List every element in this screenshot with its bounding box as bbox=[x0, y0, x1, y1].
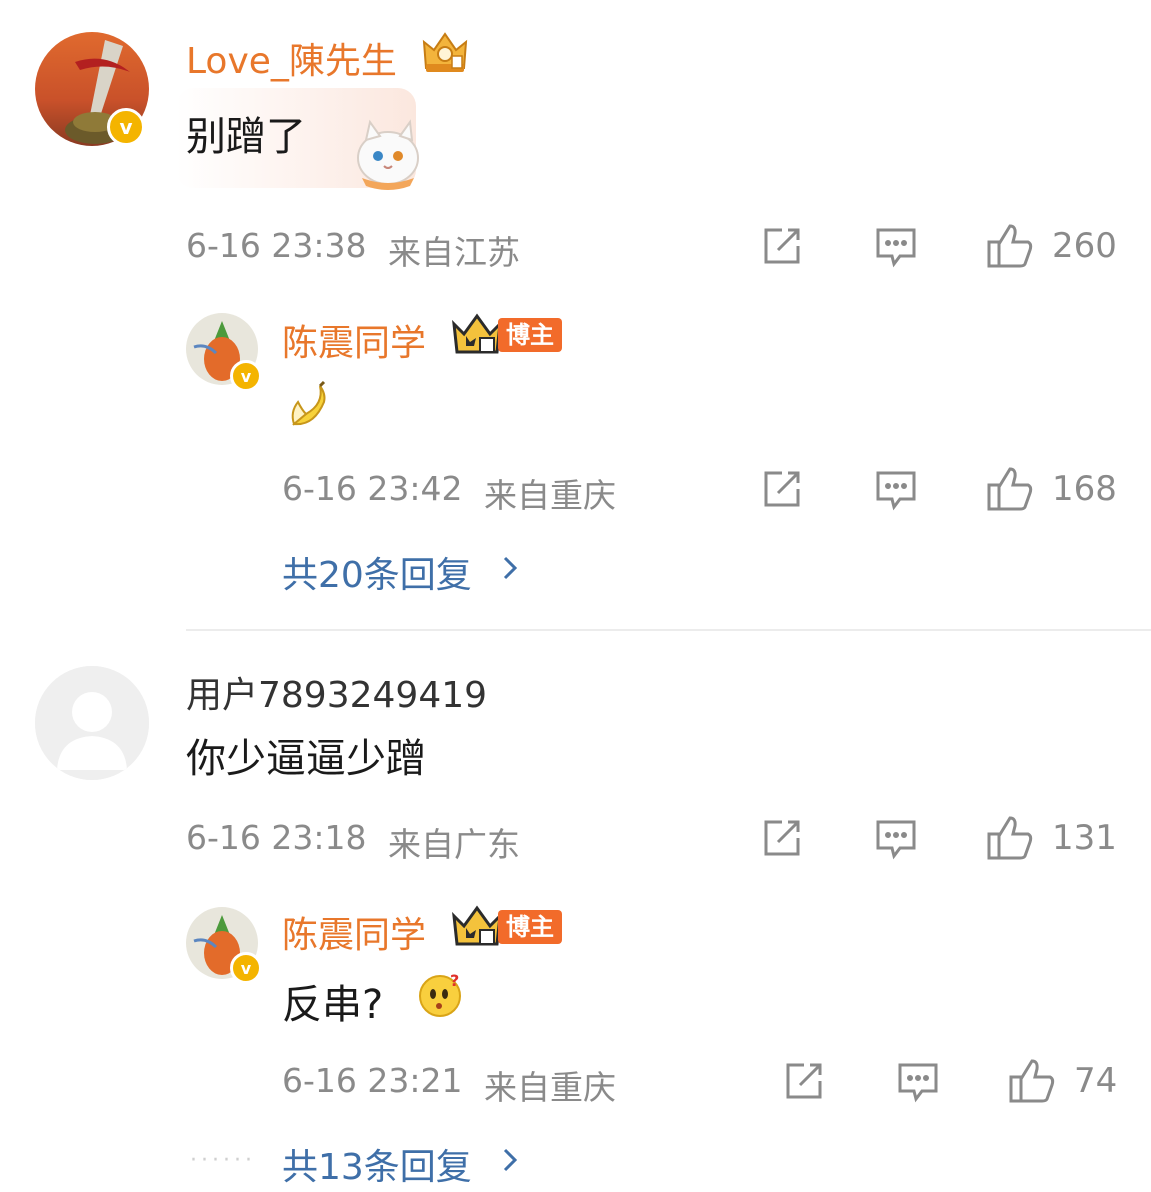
avatar[interactable] bbox=[35, 666, 149, 780]
chevron-right-icon[interactable] bbox=[500, 554, 520, 582]
reply-text: 反串? bbox=[282, 982, 384, 1028]
share-icon[interactable] bbox=[760, 224, 804, 268]
comment-text: 你少逼逼少蹭 bbox=[186, 736, 426, 782]
like-count: 74 bbox=[1074, 1061, 1118, 1101]
more-replies-link[interactable]: 共13条回复 bbox=[282, 1138, 472, 1190]
comment-icon[interactable] bbox=[896, 1059, 940, 1103]
share-icon[interactable] bbox=[760, 816, 804, 860]
like-count: 260 bbox=[1052, 226, 1117, 266]
banana-emoji-icon bbox=[284, 378, 336, 430]
verified-badge-icon: v bbox=[230, 952, 262, 984]
crown-level-icon bbox=[450, 312, 504, 356]
comment-time: 6-16 23:18 bbox=[186, 818, 367, 857]
comment-location: 来自江苏 bbox=[388, 233, 520, 272]
reply-time: 6-16 23:42 bbox=[282, 469, 463, 508]
thumbs-up-icon[interactable] bbox=[986, 465, 1034, 513]
like-count: 168 bbox=[1052, 469, 1117, 509]
crown-level-icon bbox=[450, 904, 504, 948]
ellipsis-icon: ······ bbox=[190, 1148, 256, 1173]
thumbs-up-icon[interactable] bbox=[1008, 1057, 1056, 1105]
comment-username[interactable]: Love_陳先生 bbox=[186, 32, 397, 84]
reply-username[interactable]: 陈震同学 bbox=[282, 906, 426, 958]
comment-icon[interactable] bbox=[874, 467, 918, 511]
reply-time: 6-16 23:21 bbox=[282, 1061, 463, 1100]
comment-text: 别蹭了 bbox=[186, 114, 306, 160]
svg-text:?: ? bbox=[450, 971, 459, 990]
comment-location: 来自广东 bbox=[388, 825, 520, 864]
comment-username[interactable]: 用户7893249419 bbox=[186, 666, 487, 718]
like-count: 131 bbox=[1052, 818, 1117, 858]
comment-divider bbox=[186, 629, 1151, 631]
thumbs-up-icon[interactable] bbox=[986, 814, 1034, 862]
more-replies-link[interactable]: 共20条回复 bbox=[282, 546, 472, 598]
share-icon[interactable] bbox=[782, 1059, 826, 1103]
reply-username[interactable]: 陈震同学 bbox=[282, 314, 426, 366]
comment-icon[interactable] bbox=[874, 816, 918, 860]
comment-time: 6-16 23:38 bbox=[186, 226, 367, 265]
thumbs-up-icon[interactable] bbox=[986, 222, 1034, 270]
comment-icon[interactable] bbox=[874, 224, 918, 268]
verified-badge-icon: v bbox=[107, 108, 145, 146]
blogger-tag: 博主 bbox=[498, 910, 562, 944]
chevron-right-icon[interactable] bbox=[500, 1146, 520, 1174]
crown-badge-icon bbox=[418, 30, 472, 76]
verified-badge-icon: v bbox=[230, 360, 262, 392]
reply-location: 来自重庆 bbox=[484, 1068, 616, 1107]
confused-emoji-icon: ? bbox=[416, 970, 464, 1018]
cat-sticker-icon bbox=[344, 108, 428, 196]
reply-location: 来自重庆 bbox=[484, 476, 616, 515]
blogger-tag: 博主 bbox=[498, 318, 562, 352]
share-icon[interactable] bbox=[760, 467, 804, 511]
